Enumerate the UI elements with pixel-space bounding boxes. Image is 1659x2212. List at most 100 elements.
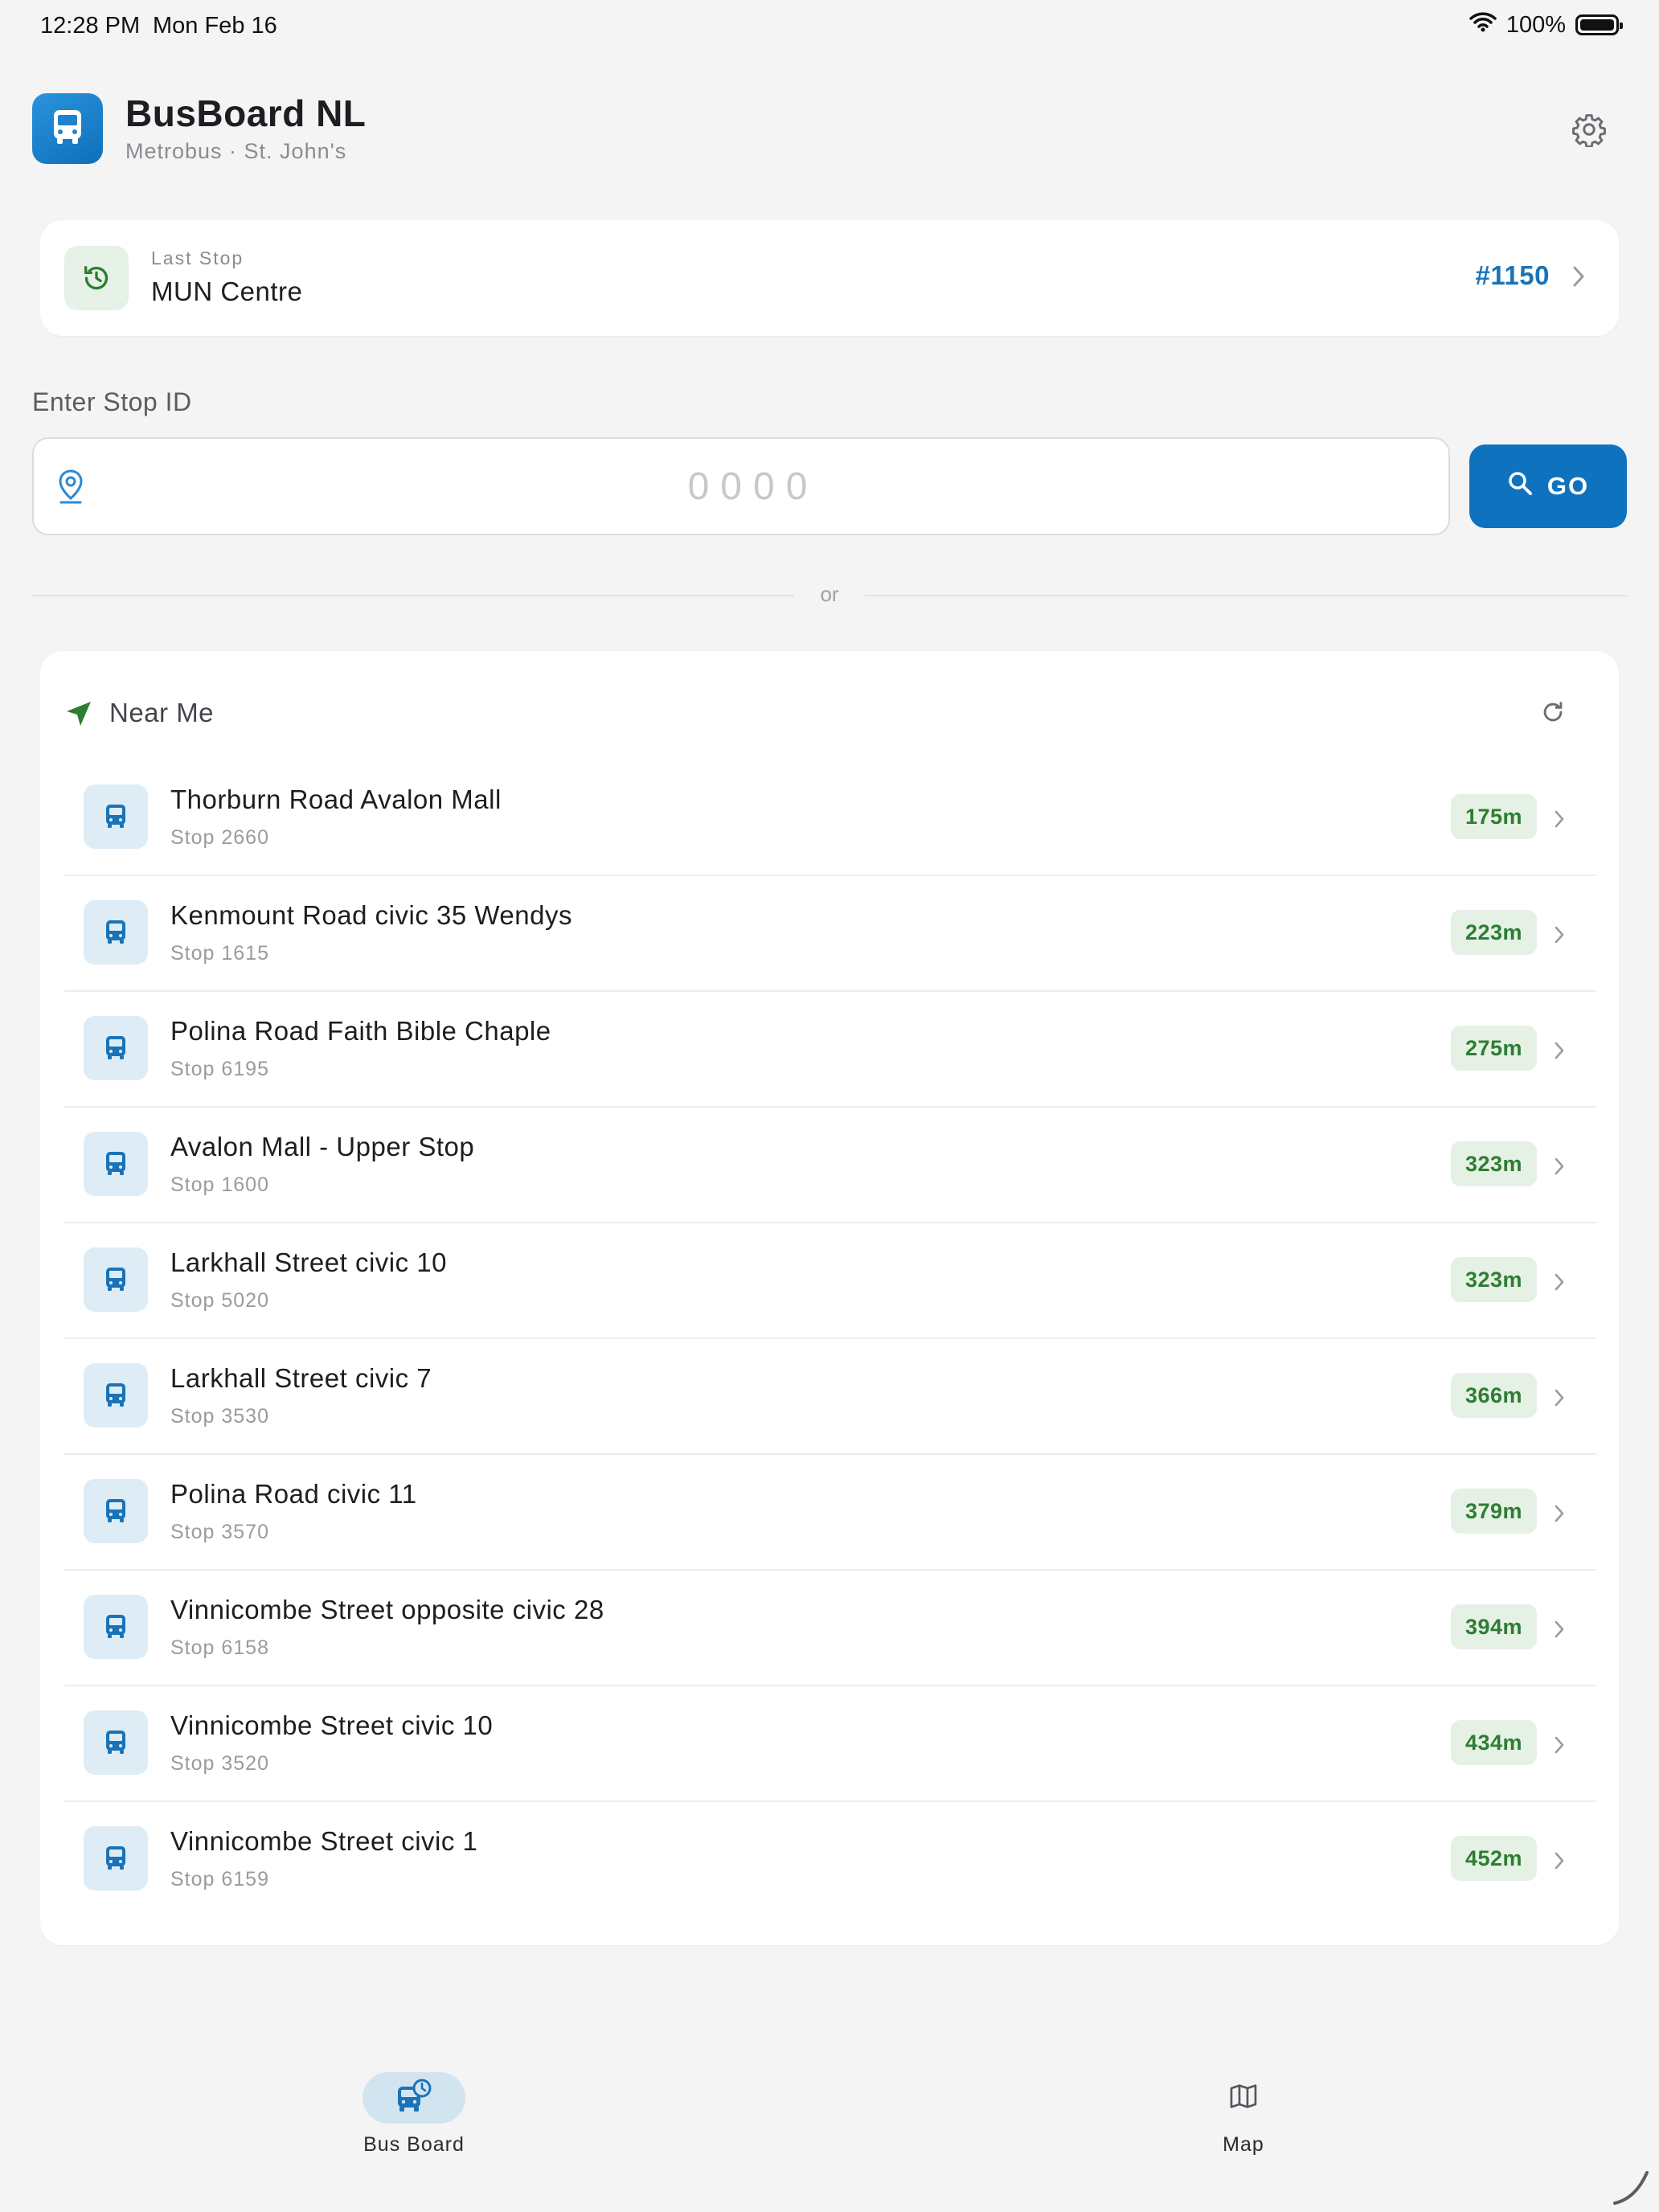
last-stop-number: #1150 (1475, 260, 1550, 290)
distance-badge: 379m (1450, 1489, 1537, 1534)
history-icon (64, 246, 129, 310)
stop-id: Stop 3520 (170, 1752, 269, 1775)
stop-list-item[interactable]: Vinnicombe Street civic 1 Stop 6159 452m (64, 1802, 1596, 1918)
distance-badge: 366m (1450, 1373, 1537, 1418)
stop-id: Stop 5020 (170, 1289, 269, 1312)
wifi-icon (1469, 11, 1497, 39)
bus-icon (84, 900, 148, 965)
chevron-right-icon (1571, 264, 1587, 293)
bus-icon (84, 1363, 148, 1428)
stop-id: Stop 1600 (170, 1174, 269, 1196)
bus-icon (84, 1479, 148, 1543)
distance-badge: 223m (1450, 910, 1537, 955)
stop-list-item[interactable]: Vinnicombe Street opposite civic 28 Stop… (64, 1571, 1596, 1686)
location-pin-icon (56, 468, 85, 509)
stop-id: Stop 3570 (170, 1521, 269, 1543)
stop-id: Stop 3530 (170, 1405, 269, 1428)
stop-list-item[interactable]: Thorburn Road Avalon Mall Stop 2660 175m (64, 760, 1596, 876)
divider-text: or (820, 582, 839, 606)
map-icon (1227, 2080, 1260, 2116)
stop-list-item[interactable]: Larkhall Street civic 7 Stop 3530 366m (64, 1339, 1596, 1455)
distance-badge: 323m (1450, 1141, 1537, 1186)
chevron-right-icon (1553, 1503, 1566, 1528)
last-stop-card[interactable]: Last Stop MUN Centre #1150 (40, 220, 1619, 336)
bus-icon (84, 1710, 148, 1775)
stop-name: Vinnicombe Street opposite civic 28 (170, 1595, 604, 1624)
refresh-icon (1539, 698, 1567, 730)
stop-id-input[interactable] (106, 439, 1400, 534)
distance-badge: 323m (1450, 1257, 1537, 1302)
stop-id: Stop 6158 (170, 1636, 269, 1659)
stop-name: Polina Road Faith Bible Chaple (170, 1016, 551, 1046)
last-stop-name: MUN Centre (151, 276, 303, 306)
status-right: 100% (1469, 11, 1623, 39)
stop-name: Vinnicombe Street civic 10 (170, 1710, 494, 1740)
tab-bus-board[interactable]: Bus Board (334, 2072, 494, 2157)
bus-icon (84, 1016, 148, 1080)
divider-line-left (32, 595, 794, 596)
last-stop-label: Last Stop (151, 248, 244, 268)
chevron-right-icon (1553, 1619, 1566, 1644)
stop-entry-label: Enter Stop ID (32, 387, 192, 416)
app-title: BusBoard NL (125, 92, 367, 134)
bus-clock-icon (395, 2077, 433, 2120)
distance-badge: 175m (1450, 794, 1537, 839)
navigation-arrow-icon (64, 699, 93, 732)
or-divider: or (32, 579, 1627, 611)
battery-percent: 100% (1505, 11, 1566, 38)
tab-active-indicator (363, 2072, 465, 2124)
stop-name: Larkhall Street civic 10 (170, 1247, 447, 1277)
app-logo (32, 93, 103, 164)
bus-icon (84, 784, 148, 849)
tab-label: Bus Board (363, 2133, 465, 2156)
distance-badge: 394m (1450, 1604, 1537, 1649)
stop-list-item[interactable]: Larkhall Street civic 10 Stop 5020 323m (64, 1223, 1596, 1339)
status-time: 12:28 PM (40, 13, 141, 39)
chevron-right-icon (1553, 1387, 1566, 1412)
distance-badge: 275m (1450, 1026, 1537, 1071)
bus-icon (50, 108, 85, 150)
distance-badge: 452m (1450, 1836, 1537, 1881)
bus-icon (84, 1595, 148, 1659)
search-icon (1507, 470, 1533, 502)
stop-list-item[interactable]: Kenmount Road civic 35 Wendys Stop 1615 … (64, 876, 1596, 992)
chevron-right-icon (1553, 1040, 1566, 1065)
battery-icon (1575, 14, 1623, 35)
near-me-card: Near Me Thorburn Road Avalon Mall Stop 2… (40, 651, 1619, 1945)
stop-list-item[interactable]: Avalon Mall - Upper Stop Stop 1600 323m (64, 1108, 1596, 1223)
chevron-right-icon (1553, 1272, 1566, 1296)
tab-map[interactable]: Map (1163, 2072, 1324, 2157)
stop-list-item[interactable]: Polina Road civic 11 Stop 3570 379m (64, 1455, 1596, 1571)
stop-name: Polina Road civic 11 (170, 1479, 417, 1509)
near-me-title: Near Me (109, 698, 215, 727)
near-me-list: Thorburn Road Avalon Mall Stop 2660 175m… (64, 760, 1596, 1918)
bus-icon (84, 1247, 148, 1312)
divider-line-right (865, 595, 1627, 596)
bus-icon (84, 1132, 148, 1196)
stop-name: Thorburn Road Avalon Mall (170, 784, 502, 814)
stop-name: Kenmount Road civic 35 Wendys (170, 900, 572, 930)
refresh-button[interactable] (1535, 696, 1571, 731)
go-label: GO (1546, 472, 1590, 500)
tab-label: Map (1223, 2133, 1264, 2156)
stop-id: Stop 2660 (170, 826, 269, 849)
stop-name: Avalon Mall - Upper Stop (170, 1132, 475, 1161)
chevron-right-icon (1553, 809, 1566, 834)
battery-level (1580, 19, 1614, 31)
stop-name: Larkhall Street civic 7 (170, 1363, 432, 1393)
stop-name: Vinnicombe Street civic 1 (170, 1826, 478, 1856)
stop-id: Stop 1615 (170, 942, 269, 965)
settings-button[interactable] (1569, 111, 1609, 151)
tab-icon-wrap (1192, 2072, 1295, 2124)
chevron-right-icon (1553, 1735, 1566, 1759)
stop-list-item[interactable]: Vinnicombe Street civic 10 Stop 3520 434… (64, 1686, 1596, 1802)
go-button[interactable]: GO (1469, 444, 1627, 528)
stop-input-container (32, 437, 1450, 535)
home-indicator (1612, 2166, 1652, 2210)
gear-icon (1571, 112, 1607, 151)
distance-badge: 434m (1450, 1720, 1537, 1765)
app-subtitle: Metrobus · St. John's (125, 139, 347, 163)
chevron-right-icon (1553, 1850, 1566, 1875)
chevron-right-icon (1553, 924, 1566, 949)
stop-list-item[interactable]: Polina Road Faith Bible Chaple Stop 6195… (64, 992, 1596, 1108)
